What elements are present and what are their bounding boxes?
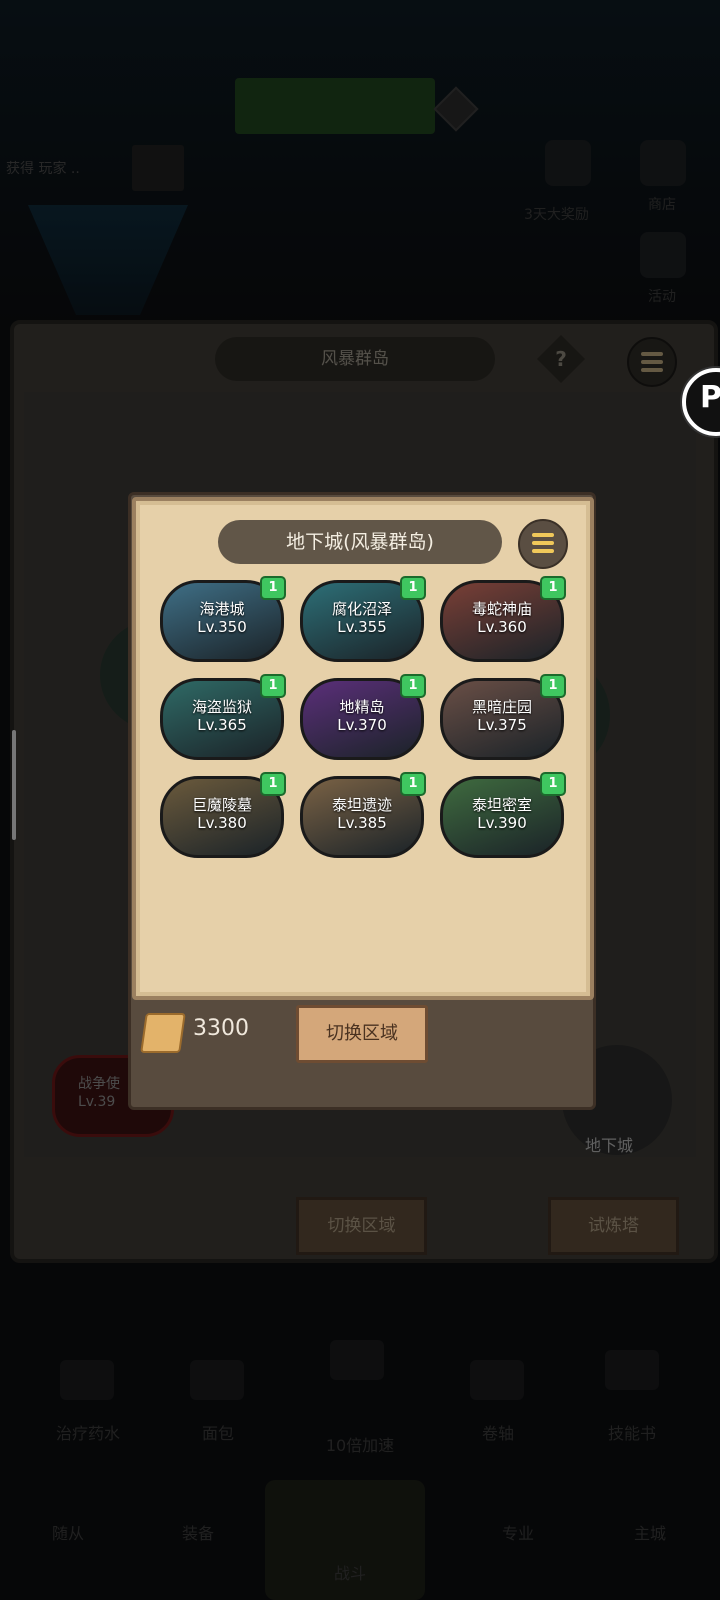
- switch-region-button[interactable]: 切换区域: [296, 1005, 428, 1063]
- floating-assistant-letter: P: [700, 380, 720, 415]
- menu-line: [532, 533, 554, 537]
- dungeon-level: Lv.380: [197, 814, 247, 832]
- dungeon-name: 毒蛇神庙: [471, 600, 532, 618]
- dungeon-level: Lv.370: [337, 716, 387, 734]
- modal-menu-button[interactable]: [518, 519, 568, 569]
- dungeon-name: 巨魔陵墓: [191, 796, 252, 814]
- dungeon-level: Lv.350: [197, 618, 247, 636]
- dungeon-level: Lv.375: [477, 716, 527, 734]
- dungeon-name: 海盗监狱: [191, 698, 252, 716]
- dungeon-count-badge: 1: [400, 772, 426, 796]
- menu-line: [532, 549, 554, 553]
- scroll-indicator[interactable]: [12, 730, 16, 840]
- dungeon-level: Lv.385: [337, 814, 387, 832]
- dungeon-name: 地精岛: [339, 698, 385, 716]
- dungeon-level: Lv.390: [477, 814, 527, 832]
- dungeon-name: 泰坦遗迹: [331, 796, 392, 814]
- dungeon-name: 腐化沼泽: [331, 600, 392, 618]
- dungeon-name: 海港城: [199, 600, 245, 618]
- switch-cost: 3300: [193, 1016, 249, 1041]
- dungeon-count-badge: 1: [540, 674, 566, 698]
- scroll-currency-icon: [140, 1013, 186, 1053]
- menu-line: [532, 541, 554, 545]
- dungeon-level: Lv.365: [197, 716, 247, 734]
- dungeon-count-badge: 1: [260, 772, 286, 796]
- dungeon-count-badge: 1: [540, 576, 566, 600]
- dungeon-count-badge: 1: [260, 674, 286, 698]
- dungeon-name: 黑暗庄园: [471, 698, 532, 716]
- dungeon-level: Lv.355: [337, 618, 387, 636]
- dungeon-count-badge: 1: [260, 576, 286, 600]
- dungeon-level: Lv.360: [477, 618, 527, 636]
- dungeon-count-badge: 1: [400, 674, 426, 698]
- dungeon-count-badge: 1: [400, 576, 426, 600]
- modal-title: 地下城(风暴群岛): [218, 520, 502, 564]
- dungeon-name: 泰坦密室: [471, 796, 532, 814]
- dungeon-count-badge: 1: [540, 772, 566, 796]
